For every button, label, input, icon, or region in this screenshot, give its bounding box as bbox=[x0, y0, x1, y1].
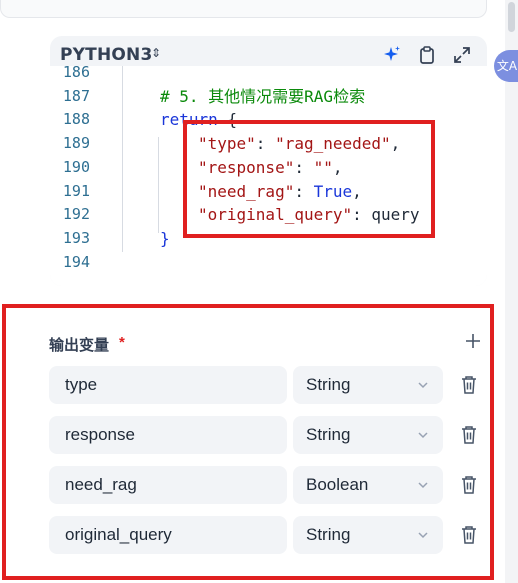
trash-icon[interactable] bbox=[459, 424, 479, 446]
code-text: } bbox=[160, 227, 170, 251]
code-text: "need_rag": True, bbox=[198, 180, 362, 204]
previous-node-card bbox=[0, 0, 487, 18]
line-number: 193 bbox=[62, 228, 90, 247]
code-token: "" bbox=[313, 157, 333, 177]
sort-caret-icon[interactable]: ⇕ bbox=[151, 46, 161, 60]
code-token: { bbox=[217, 110, 238, 130]
code-line: 187 # 5. 其他情况需要RAG检索 bbox=[50, 85, 487, 109]
output-var-row: type String bbox=[49, 366, 489, 404]
output-var-row: need_rag Boolean bbox=[49, 466, 489, 504]
code-token: : query bbox=[352, 205, 420, 225]
output-var-row: response String bbox=[49, 416, 489, 454]
page-scrollbar[interactable] bbox=[505, 0, 518, 583]
var-type-value: String bbox=[306, 525, 351, 544]
code-text: # 5. 其他情况需要RAG检索 bbox=[160, 85, 365, 109]
code-token: : bbox=[294, 181, 314, 201]
code-token: "original_query" bbox=[198, 205, 353, 225]
code-line: 186 bbox=[50, 61, 487, 85]
var-type-select[interactable]: String bbox=[293, 366, 443, 404]
var-type-select[interactable]: Boolean bbox=[293, 466, 443, 504]
code-text: return { bbox=[160, 108, 237, 132]
code-token: } bbox=[160, 228, 170, 248]
chevron-down-icon bbox=[418, 432, 428, 439]
code-token: "rag_needed" bbox=[275, 134, 391, 154]
chevron-down-icon bbox=[418, 532, 428, 539]
code-token: "response" bbox=[198, 157, 295, 177]
chevron-down-icon bbox=[418, 382, 428, 389]
var-name-input[interactable]: response bbox=[49, 416, 287, 454]
code-token: , bbox=[332, 157, 343, 177]
var-type-value: String bbox=[306, 375, 351, 394]
output-var-row: original_query String bbox=[49, 516, 489, 554]
chevron-down-icon bbox=[418, 482, 428, 489]
line-number: 187 bbox=[62, 86, 90, 105]
var-type-value: String bbox=[306, 425, 351, 444]
line-number: 192 bbox=[62, 205, 90, 224]
var-type-select[interactable]: String bbox=[293, 416, 443, 454]
code-token: , bbox=[352, 181, 362, 201]
code-area[interactable]: 186 187 # 5. 其他情况需要RAG检索 188 return {189 "typ… bbox=[50, 63, 487, 286]
code-token: True bbox=[313, 181, 353, 201]
line-number: 188 bbox=[62, 110, 90, 129]
code-text: "response": "", bbox=[198, 156, 343, 180]
var-type-value: Boolean bbox=[306, 475, 369, 494]
code-token: , bbox=[390, 134, 401, 154]
code-token: # 5. 其他情况需要RAG检索 bbox=[160, 86, 366, 106]
required-mark: * bbox=[119, 334, 125, 351]
var-name-input[interactable]: need_rag bbox=[49, 466, 287, 504]
line-number: 186 bbox=[62, 63, 90, 81]
line-number: 194 bbox=[62, 252, 90, 271]
code-token: "type" bbox=[198, 134, 256, 154]
code-line: 192 "original_query": query bbox=[50, 203, 487, 227]
code-token: : bbox=[294, 157, 314, 177]
code-token: return bbox=[160, 110, 218, 130]
code-token: "need_rag" bbox=[198, 181, 295, 201]
trash-icon[interactable] bbox=[459, 374, 479, 396]
code-line: 189 "type": "rag_needed", bbox=[50, 132, 487, 156]
scrollbar-thumb[interactable] bbox=[508, 2, 515, 32]
var-name-input[interactable]: original_query bbox=[49, 516, 287, 554]
code-line: 188 return { bbox=[50, 108, 487, 132]
output-vars-title: 输出变量 bbox=[49, 336, 110, 354]
line-number: 190 bbox=[62, 157, 90, 176]
code-editor: PYTHON3 ⇕ 186 187 # 5. 其他情况需要RAG检索 188 retur… bbox=[50, 36, 487, 286]
code-text: "original_query": query bbox=[198, 203, 420, 227]
plus-icon[interactable] bbox=[462, 330, 484, 352]
trash-icon[interactable] bbox=[459, 524, 479, 546]
line-number: 189 bbox=[62, 134, 90, 153]
code-token: : bbox=[255, 134, 276, 154]
translate-icon[interactable]: 文A bbox=[494, 50, 518, 82]
line-number: 191 bbox=[62, 181, 90, 200]
code-line: 190 "response": "", bbox=[50, 156, 487, 180]
code-text: "type": "rag_needed", bbox=[198, 132, 400, 156]
var-name-input[interactable]: type bbox=[49, 366, 287, 404]
var-type-select[interactable]: String bbox=[293, 516, 443, 554]
code-line: 191 "need_rag": True, bbox=[50, 180, 487, 204]
trash-icon[interactable] bbox=[459, 474, 479, 496]
code-line: 193} bbox=[50, 227, 487, 251]
code-line: 194 bbox=[50, 251, 487, 275]
